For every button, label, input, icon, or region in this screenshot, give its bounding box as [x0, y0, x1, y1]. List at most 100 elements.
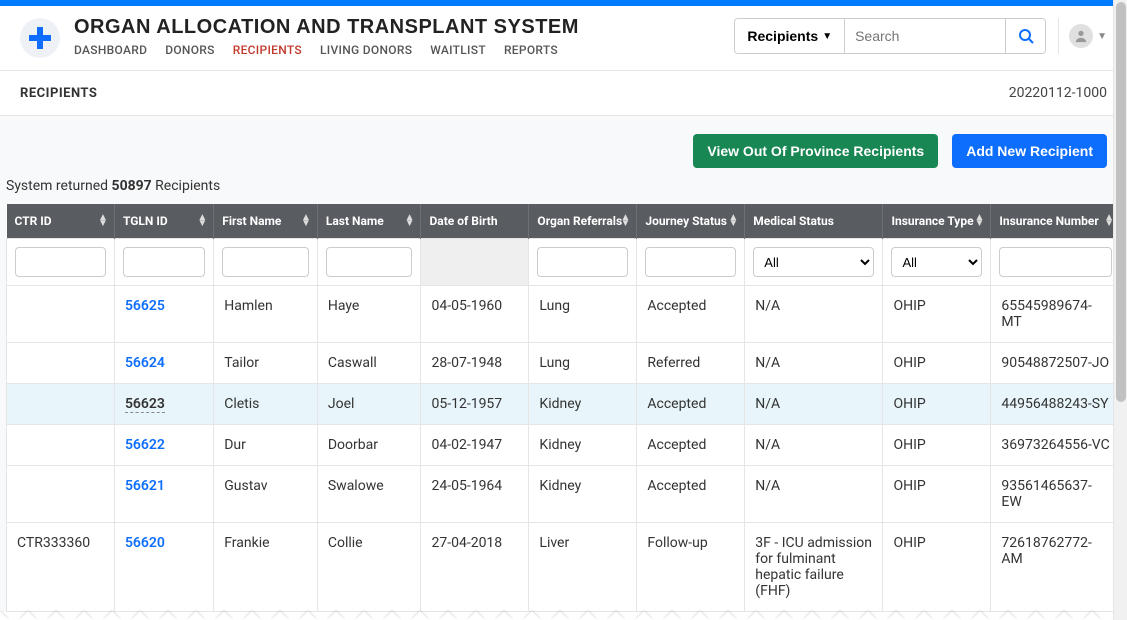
cell-tgln-id: 56624 — [114, 343, 213, 384]
add-new-recipient-button[interactable]: Add New Recipient — [952, 134, 1107, 168]
table-row: 56624TailorCaswall28-07-1948LungReferred… — [7, 343, 1121, 384]
tgln-id-link[interactable]: 56621 — [125, 478, 165, 494]
col-header-insurance-number[interactable]: Insurance Number▲▼ — [991, 204, 1121, 239]
sort-icon: ▲▼ — [974, 215, 984, 227]
user-icon — [1074, 29, 1088, 43]
cell-insurance-type: OHIP — [883, 286, 991, 343]
nav-item-waitlist[interactable]: WAITLIST — [430, 43, 486, 57]
cell-last-name: Haye — [317, 286, 421, 343]
filter-tgln-id[interactable] — [123, 247, 205, 277]
sort-icon: ▲▼ — [728, 215, 738, 227]
cell-dob: 27-04-2018 — [421, 523, 529, 612]
cell-insurance-number: 44956488243-SY — [991, 384, 1121, 425]
cell-first-name: Cletis — [214, 384, 318, 425]
nav-item-recipients[interactable]: RECIPIENTS — [233, 43, 302, 57]
search-icon — [1018, 28, 1034, 44]
vertical-scrollbar[interactable] — [1113, 0, 1127, 620]
col-header-ctr-id[interactable]: CTR ID▲▼ — [7, 204, 115, 239]
main-nav: DASHBOARD DONORS RECIPIENTS LIVING DONORS WA… — [74, 43, 734, 57]
cell-medical-status: N/A — [745, 425, 883, 466]
filter-dob-disabled — [421, 239, 529, 286]
cell-journey-status: Referred — [637, 343, 745, 384]
cell-first-name: Dur — [214, 425, 318, 466]
cell-medical-status: N/A — [745, 384, 883, 425]
page-band: RECIPIENTS 20220112-1000 — [0, 70, 1127, 116]
filter-insurance-number[interactable] — [999, 247, 1112, 277]
cell-insurance-number: 90548872507-JO — [991, 343, 1121, 384]
caret-down-icon: ▼ — [822, 31, 832, 42]
table-row: 56621GustavSwalowe24-05-1964KidneyAccept… — [7, 466, 1121, 523]
app-title: ORGAN ALLOCATION AND TRANSPLANT SYSTEM — [74, 16, 734, 39]
sort-icon: ▲▼ — [301, 215, 311, 227]
table-row: 56622DurDoorbar04-02-1947KidneyAcceptedN… — [7, 425, 1121, 466]
summary-prefix: System returned — [6, 178, 112, 194]
result-summary: System returned 50897 Recipients — [0, 178, 1127, 204]
tgln-id-link[interactable]: 56622 — [125, 437, 165, 453]
cell-dob: 04-05-1960 — [421, 286, 529, 343]
table-header-row: CTR ID▲▼ TGLN ID▲▼ First Name▲▼ Last Nam… — [7, 204, 1121, 239]
cell-dob: 28-07-1948 — [421, 343, 529, 384]
avatar — [1069, 24, 1093, 48]
tgln-id-link[interactable]: 56623 — [125, 396, 165, 413]
filter-ctr-id[interactable] — [15, 247, 106, 277]
cell-tgln-id: 56621 — [114, 466, 213, 523]
search-scope-dropdown[interactable]: Recipients ▼ — [735, 19, 845, 53]
col-header-journey-status[interactable]: Journey Status▲▼ — [637, 204, 745, 239]
nav-item-living-donors[interactable]: LIVING DONORS — [320, 43, 412, 57]
filter-medical-status[interactable]: All — [753, 247, 874, 277]
tgln-id-link[interactable]: 56625 — [125, 298, 165, 314]
cell-ctr-id: CTR333360 — [7, 523, 115, 612]
tgln-id-link[interactable]: 56624 — [125, 355, 165, 371]
filter-insurance-type[interactable]: All — [891, 247, 982, 277]
recipients-table: CTR ID▲▼ TGLN ID▲▼ First Name▲▼ Last Nam… — [6, 204, 1121, 612]
cell-insurance-type: OHIP — [883, 343, 991, 384]
cell-first-name: Frankie — [214, 523, 318, 612]
cell-last-name: Swalowe — [317, 466, 421, 523]
cell-tgln-id: 56623 — [114, 384, 213, 425]
torn-edge-decoration — [0, 600, 1113, 620]
cell-dob: 24-05-1964 — [421, 466, 529, 523]
table-row: 56623CletisJoel05-12-1957KidneyAcceptedN… — [7, 384, 1121, 425]
search-input[interactable] — [845, 19, 1005, 53]
cell-tgln-id: 56622 — [114, 425, 213, 466]
cell-journey-status: Follow-up — [637, 523, 745, 612]
cell-insurance-type: OHIP — [883, 384, 991, 425]
view-oop-recipients-button[interactable]: View Out Of Province Recipients — [693, 134, 938, 168]
cell-tgln-id: 56620 — [114, 523, 213, 612]
sort-icon: ▲▼ — [98, 215, 108, 227]
col-header-dob[interactable]: Date of Birth — [421, 204, 529, 239]
col-header-first-name[interactable]: First Name▲▼ — [214, 204, 318, 239]
nav-item-donors[interactable]: DONORS — [165, 43, 215, 57]
cell-organ-referrals: Lung — [529, 343, 637, 384]
filter-journey-status[interactable] — [645, 247, 736, 277]
filter-first-name[interactable] — [222, 247, 309, 277]
search-group: Recipients ▼ — [734, 18, 1046, 54]
plus-icon — [29, 27, 51, 49]
search-scope-label: Recipients — [747, 28, 818, 44]
nav-item-dashboard[interactable]: DASHBOARD — [74, 43, 147, 57]
cell-ctr-id — [7, 343, 115, 384]
tgln-id-link[interactable]: 56620 — [125, 535, 165, 551]
nav-item-reports[interactable]: REPORTS — [504, 43, 558, 57]
col-header-last-name[interactable]: Last Name▲▼ — [317, 204, 421, 239]
cell-insurance-type: OHIP — [883, 523, 991, 612]
col-header-tgln-id[interactable]: TGLN ID▲▼ — [114, 204, 213, 239]
cell-insurance-type: OHIP — [883, 466, 991, 523]
cell-journey-status: Accepted — [637, 286, 745, 343]
user-menu[interactable]: ▼ — [1058, 18, 1107, 54]
col-header-insurance-type[interactable]: Insurance Type▲▼ — [883, 204, 991, 239]
filter-last-name[interactable] — [326, 247, 413, 277]
search-button[interactable] — [1005, 19, 1045, 53]
cell-organ-referrals: Liver — [529, 523, 637, 612]
scrollbar-thumb[interactable] — [1116, 2, 1126, 402]
cell-organ-referrals: Kidney — [529, 466, 637, 523]
filter-organ-referrals[interactable] — [537, 247, 628, 277]
cell-journey-status: Accepted — [637, 466, 745, 523]
filter-row: All All — [7, 239, 1121, 286]
summary-count: 50897 — [112, 178, 152, 194]
cell-ctr-id — [7, 466, 115, 523]
col-header-medical-status[interactable]: Medical Status — [745, 204, 883, 239]
cell-insurance-number: 93561465637-EW — [991, 466, 1121, 523]
cell-last-name: Joel — [317, 384, 421, 425]
col-header-organ-referrals[interactable]: Organ Referrals▲▼ — [529, 204, 637, 239]
